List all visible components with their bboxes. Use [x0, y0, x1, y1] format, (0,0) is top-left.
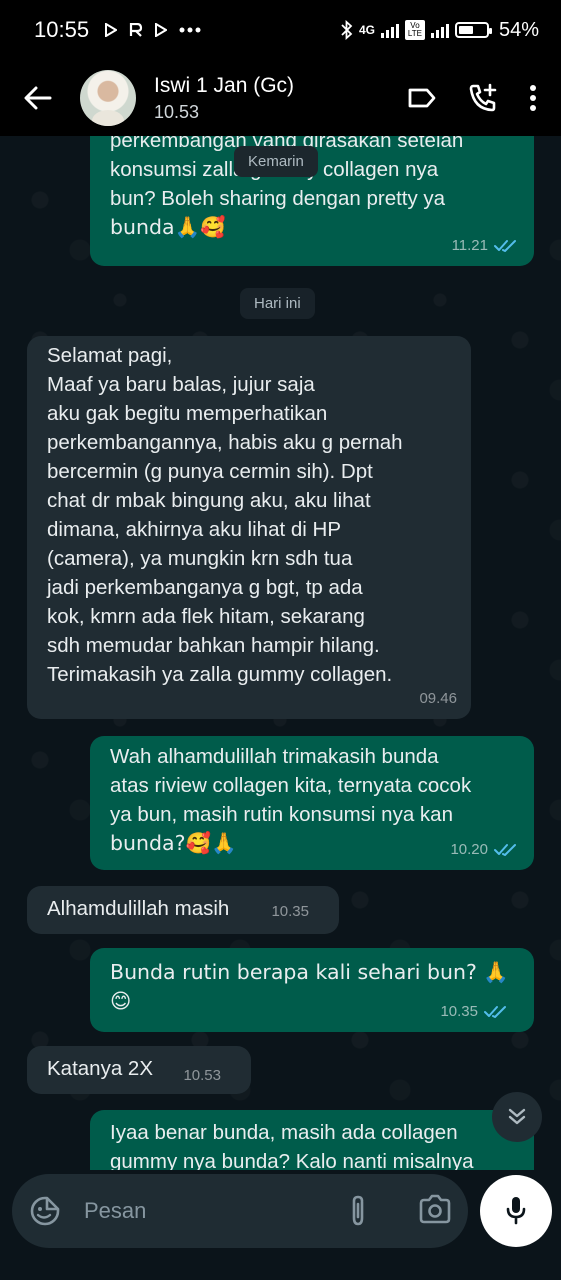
message-line: gummy nya bunda? Kalo nanti misalnya: [110, 1150, 474, 1170]
message-line: Terimakasih ya zalla gummy collagen.: [47, 663, 393, 686]
sticker-button[interactable]: [28, 1194, 62, 1228]
message-line: ya bun, masih rutin konsumsi nya kan: [110, 803, 453, 826]
notification-icons: [105, 23, 201, 37]
contact-subtitle: 10.53: [154, 101, 200, 122]
double-check-read-icon: [484, 1005, 506, 1018]
avatar[interactable]: [80, 70, 136, 126]
contact-info[interactable]: Iswi 1 Jan (Gc) 10.53: [154, 74, 294, 123]
message-meta: 09.46: [419, 684, 457, 713]
message-bubble-outgoing[interactable]: Bunda rutin berapa kali sehari bun? 🙏 😊 …: [90, 948, 534, 1032]
message-bubble-incoming[interactable]: Selamat pagi, Maaf ya baru balas, jujur …: [27, 336, 471, 719]
more-dots-icon: [179, 27, 201, 33]
header-actions: [407, 82, 537, 114]
camera-button[interactable]: [418, 1194, 452, 1229]
message-time: 11.21: [451, 237, 488, 254]
double-check-read-icon: [494, 843, 516, 856]
signal-icon: [430, 22, 449, 38]
message-line: Selamat pagi,: [47, 344, 173, 367]
message-meta: 10.20: [450, 835, 520, 864]
message-list[interactable]: perkembangan yang dirasakan setelah kons…: [0, 136, 561, 1170]
message-line: Maaf ya baru balas, jujur saja: [47, 373, 315, 396]
message-time: 10.53: [183, 1067, 221, 1084]
r-app-icon: [129, 23, 143, 37]
phone-plus-icon: [469, 83, 497, 112]
back-button[interactable]: [18, 78, 58, 118]
message-time: 10.35: [440, 1003, 478, 1020]
volte-badge: Vo LTE: [404, 20, 425, 40]
vertical-dots-icon: [530, 85, 536, 111]
sticker-smiley-icon: [30, 1196, 60, 1226]
battery-fill: [458, 26, 473, 34]
message-time: 10.20: [450, 841, 488, 858]
date-divider: Hari ini: [240, 288, 315, 319]
message-line: Bunda rutin berapa kali sehari bun? 🙏: [110, 960, 509, 984]
play-icon: [105, 23, 118, 37]
status-right: 4G Vo LTE 54%: [341, 19, 539, 42]
message-line: sdh memudar bahkan hampir hilang.: [47, 634, 380, 657]
message-line: bercermin (g punya cermin sih). Dpt: [47, 460, 373, 483]
message-bubble-outgoing[interactable]: Wah alhamdulillah trimakasih bunda atas …: [90, 736, 534, 870]
composer-bar: Pesan: [0, 1170, 561, 1280]
message-composer[interactable]: Pesan: [12, 1174, 468, 1248]
double-chevron-down-icon: [508, 1108, 526, 1125]
message-bubble-outgoing[interactable]: Iyaa benar bunda, masih ada collagen gum…: [90, 1110, 534, 1170]
paperclip-icon: [352, 1195, 364, 1226]
status-time: 10:55: [34, 17, 90, 42]
attach-button[interactable]: [346, 1194, 370, 1233]
message-line: Wah alhamdulillah trimakasih bunda: [110, 745, 439, 768]
battery-percent: 54%: [498, 18, 539, 41]
message-line: atas riview collagen kita, ternyata coco…: [110, 774, 472, 797]
label-tag-icon: [408, 88, 436, 108]
message-line: (camera), ya mungkin krn sdh tua: [47, 547, 353, 570]
message-line: aku gak begitu memperhatikan: [47, 402, 328, 425]
microphone-icon: [506, 1197, 526, 1225]
message-bubble-incoming[interactable]: Katanya 2X 10.53: [27, 1046, 251, 1094]
camera-icon: [419, 1194, 451, 1224]
message-line: kok, kmrn ada flek hitam, sekarang: [47, 605, 365, 628]
signal-icon: [380, 22, 399, 38]
message-time: 09.46: [419, 690, 457, 707]
arrow-left-icon: [24, 86, 52, 110]
add-call-button[interactable]: [467, 82, 499, 114]
message-meta: 11.21: [452, 231, 520, 260]
date-divider-label: Hari ini: [254, 295, 301, 312]
message-bubble-incoming[interactable]: Alhamdulillah masih 10.35: [27, 886, 339, 934]
message-input-placeholder[interactable]: Pesan: [84, 1198, 146, 1224]
message-line: Iyaa benar bunda, masih ada collagen: [110, 1121, 458, 1144]
more-options-button[interactable]: [529, 84, 537, 112]
message-line: chat dr mbak bingung aku, aku lihat: [47, 489, 371, 512]
sticky-date-label: Kemarin: [248, 153, 304, 170]
chat-header: Iswi 1 Jan (Gc) 10.53: [0, 60, 561, 136]
message-line: dimana, akhirnya aku lihat di HP: [47, 518, 341, 541]
bluetooth-icon: [341, 20, 353, 40]
scroll-to-bottom-button[interactable]: [492, 1092, 542, 1142]
message-line: perkembangannya, habis aku g pernah: [47, 431, 403, 454]
contact-name: Iswi 1 Jan (Gc): [154, 73, 295, 97]
label-button[interactable]: [407, 87, 437, 109]
message-time: 10.35: [271, 903, 309, 920]
message-line: bun? Boleh sharing dengan pretty ya: [110, 187, 446, 210]
status-bar: 10:55 4G Vo LTE 54%: [0, 0, 561, 60]
message-meta: 10.35: [440, 997, 510, 1026]
message-meta: 10.53: [183, 1061, 221, 1090]
voice-message-button[interactable]: [480, 1175, 552, 1247]
play-icon: [155, 23, 168, 37]
battery-icon: [454, 22, 492, 38]
message-line: jadi perkembanganya g bgt, tp ada: [47, 576, 363, 599]
sticky-date-chip: Kemarin: [234, 146, 318, 177]
network-type: 4G: [358, 23, 375, 37]
double-check-read-icon: [494, 239, 516, 252]
volte-label: Vo LTE: [407, 21, 422, 38]
whatsapp-chat-screen: 10:55 4G Vo LTE 54% Iswi 1 Jan (Gc) 10.5…: [0, 0, 561, 1280]
message-meta: 10.35: [271, 897, 309, 926]
